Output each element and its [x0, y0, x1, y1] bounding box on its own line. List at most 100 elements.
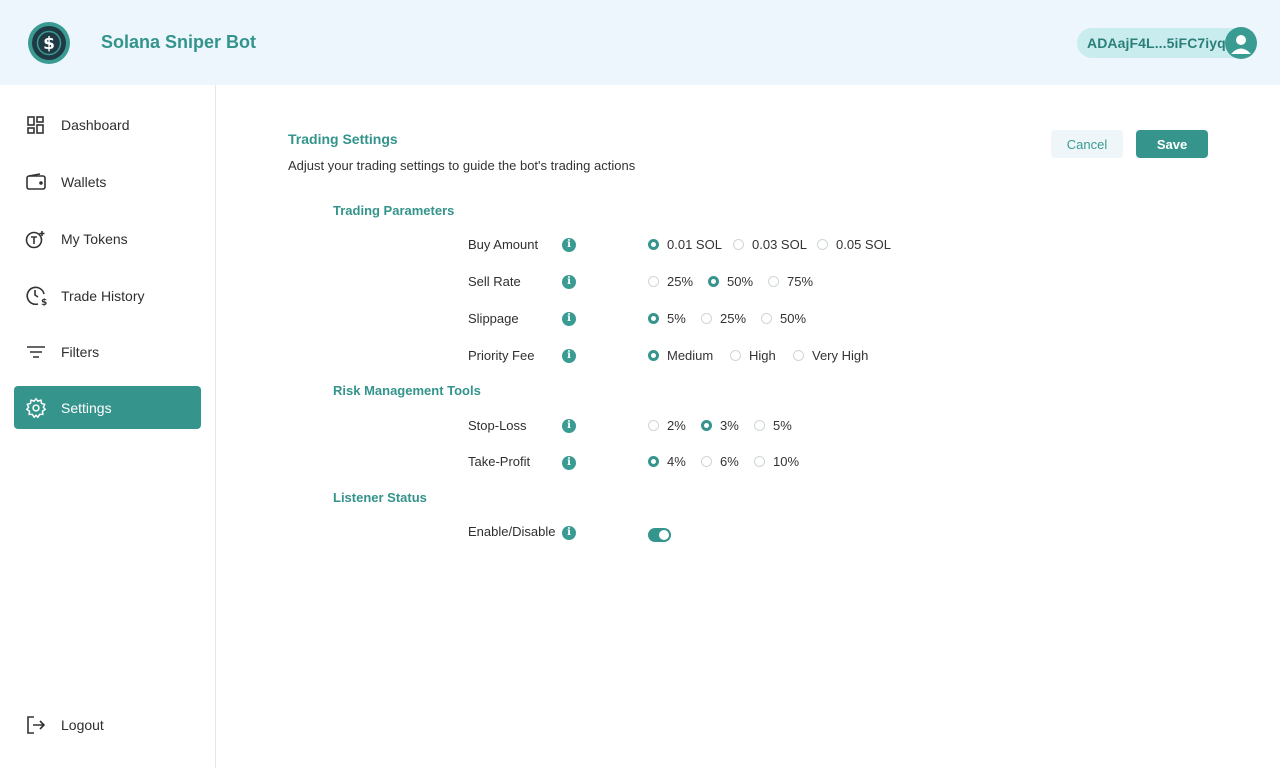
gear-icon — [25, 397, 47, 419]
sidebar-item-wallets[interactable]: Wallets — [14, 160, 201, 203]
take-profit-option-1[interactable]: 4% — [648, 454, 686, 469]
stop-loss-option-2[interactable]: 3% — [701, 418, 739, 433]
logo: $ — [28, 22, 70, 64]
logout-label: Logout — [61, 716, 104, 733]
section-title-trading-parameters: Trading Parameters — [333, 203, 455, 218]
stop-loss-option-3[interactable]: 5% — [754, 418, 792, 433]
option-label: 5% — [773, 418, 792, 433]
radio-button[interactable] — [648, 313, 659, 324]
sidebar-item-filters[interactable]: Filters — [14, 330, 201, 373]
user-avatar-icon[interactable] — [1225, 27, 1257, 59]
sell-rate-option-1[interactable]: 25% — [648, 274, 693, 289]
sidebar-item-dashboard[interactable]: Dashboard — [14, 103, 201, 146]
slippage-option-1[interactable]: 5% — [648, 311, 686, 326]
enable-disable-label: Enable/Disable — [468, 524, 556, 539]
sidebar-item-trade-history[interactable]: $ Trade History — [14, 274, 201, 317]
option-label: 50% — [780, 311, 807, 326]
option-label: 50% — [727, 274, 754, 289]
sidebar-item-label: Wallets — [61, 173, 107, 190]
sidebar-item-label: My Tokens — [61, 230, 128, 247]
dollar-icon: $ — [32, 26, 66, 60]
account-address: ADAajF4L...5iFC7iyq — [1087, 35, 1226, 51]
priority-fee-option-1[interactable]: Medium — [648, 348, 713, 363]
info-icon[interactable]: i — [562, 526, 576, 540]
svg-text:$: $ — [43, 34, 55, 54]
sidebar-item-label: Dashboard — [61, 116, 130, 133]
svg-text:$: $ — [41, 298, 47, 307]
radio-button[interactable] — [701, 420, 712, 431]
sidebar: Dashboard Wallets My Tokens $ Trade Hist… — [0, 85, 216, 768]
radio-button[interactable] — [768, 276, 779, 287]
info-icon[interactable]: i — [562, 312, 576, 326]
sell-rate-label: Sell Rate — [468, 274, 521, 289]
save-button[interactable]: Save — [1136, 130, 1208, 158]
listener-toggle[interactable] — [648, 528, 671, 542]
take-profit-option-2[interactable]: 6% — [701, 454, 739, 469]
option-label: 25% — [720, 311, 747, 326]
option-label: 25% — [667, 274, 694, 289]
info-icon[interactable]: i — [562, 349, 576, 363]
priority-fee-label: Priority Fee — [468, 348, 535, 363]
option-label: 0.03 SOL — [752, 237, 807, 252]
radio-button[interactable] — [733, 239, 744, 250]
token-icon — [25, 228, 47, 250]
sell-rate-option-2[interactable]: 50% — [708, 274, 753, 289]
info-icon[interactable]: i — [562, 456, 576, 470]
radio-button[interactable] — [754, 456, 765, 467]
radio-button[interactable] — [648, 276, 659, 287]
sell-rate-option-3[interactable]: 75% — [768, 274, 813, 289]
slippage-option-3[interactable]: 50% — [761, 311, 806, 326]
radio-button[interactable] — [793, 350, 804, 361]
radio-button[interactable] — [730, 350, 741, 361]
priority-fee-option-2[interactable]: High — [730, 348, 776, 363]
radio-button[interactable] — [817, 239, 828, 250]
section-title-risk-management: Risk Management Tools — [333, 383, 481, 398]
info-icon[interactable]: i — [562, 238, 576, 252]
stop-loss-option-1[interactable]: 2% — [648, 418, 686, 433]
sidebar-item-settings[interactable]: Settings — [14, 386, 201, 429]
radio-button[interactable] — [648, 350, 659, 361]
sidebar-item-label: Settings — [61, 399, 112, 416]
radio-button[interactable] — [754, 420, 765, 431]
app-title: Solana Sniper Bot — [101, 32, 257, 52]
dashboard-icon — [25, 114, 47, 136]
radio-button[interactable] — [701, 456, 712, 467]
option-label: 4% — [667, 454, 686, 469]
option-label: 3% — [720, 418, 739, 433]
radio-button[interactable] — [701, 313, 712, 324]
buy-amount-option-2[interactable]: 0.03 SOL — [733, 237, 807, 252]
slippage-label: Slippage — [468, 311, 519, 326]
option-label: 2% — [667, 418, 686, 433]
cancel-button[interactable]: Cancel — [1051, 130, 1123, 158]
option-label: 75% — [787, 274, 814, 289]
radio-button[interactable] — [708, 276, 719, 287]
radio-button[interactable] — [648, 420, 659, 431]
buy-amount-option-3[interactable]: 0.05 SOL — [817, 237, 891, 252]
radio-button[interactable] — [648, 456, 659, 467]
option-label: 0.01 SOL — [667, 237, 722, 252]
option-label: High — [749, 348, 776, 363]
option-label: Medium — [667, 348, 714, 363]
logout-button[interactable]: Logout — [14, 703, 201, 746]
stop-loss-label: Stop-Loss — [468, 418, 527, 433]
radio-button[interactable] — [761, 313, 772, 324]
info-icon[interactable]: i — [562, 419, 576, 433]
priority-fee-option-3[interactable]: Very High — [793, 348, 868, 363]
app-header: $ Solana Sniper Bot ADAajF4L...5iFC7iyq — [0, 0, 1280, 85]
section-title-listener-status: Listener Status — [333, 490, 427, 505]
radio-button[interactable] — [648, 239, 659, 250]
history-icon: $ — [25, 285, 47, 307]
option-label: 10% — [773, 454, 800, 469]
info-icon[interactable]: i — [562, 275, 576, 289]
sidebar-item-label: Trade History — [61, 287, 145, 304]
option-label: 6% — [720, 454, 739, 469]
slippage-option-2[interactable]: 25% — [701, 311, 746, 326]
sidebar-item-my-tokens[interactable]: My Tokens — [14, 217, 201, 260]
sidebar-item-label: Filters — [61, 343, 100, 360]
page-description: Adjust your trading settings to guide th… — [288, 158, 636, 173]
option-label: 0.05 SOL — [836, 237, 891, 252]
page-title: Trading Settings — [288, 131, 398, 147]
take-profit-option-3[interactable]: 10% — [754, 454, 799, 469]
account-button[interactable]: ADAajF4L...5iFC7iyq — [1077, 27, 1257, 59]
buy-amount-option-1[interactable]: 0.01 SOL — [648, 237, 722, 252]
